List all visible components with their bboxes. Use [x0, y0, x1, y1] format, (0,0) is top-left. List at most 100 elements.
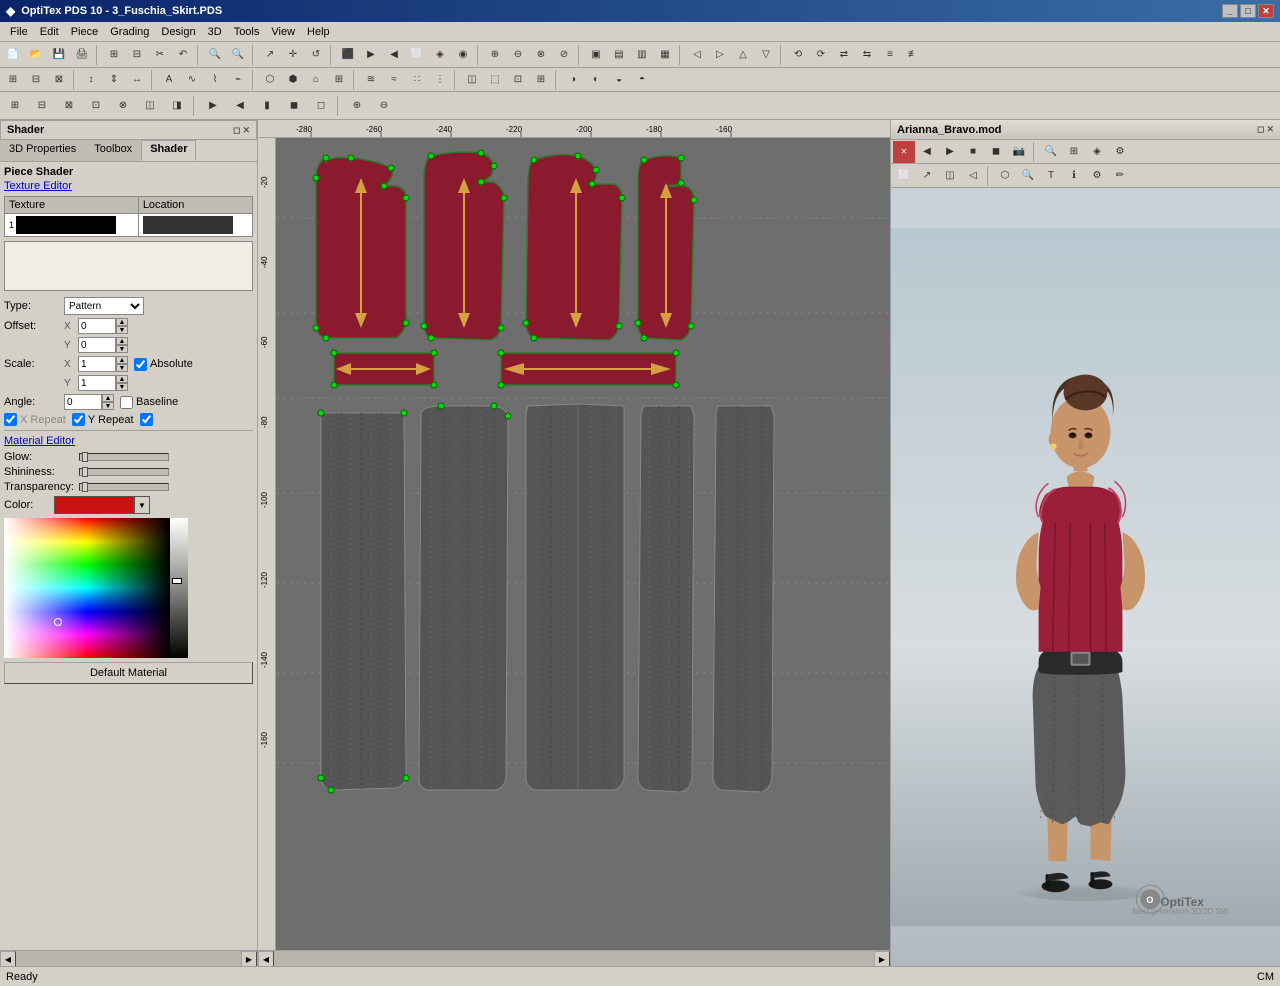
canvas-scroll-track[interactable]	[274, 951, 874, 966]
model-tb-camera[interactable]: 📷	[1008, 141, 1030, 163]
color-dropdown-btn[interactable]: ▼	[134, 496, 150, 514]
scale-x-input[interactable]	[78, 356, 116, 372]
tb2-b1[interactable]: ↕	[80, 69, 102, 91]
tb3-a1[interactable]: ⊞	[2, 95, 28, 117]
tb-rotate[interactable]: ↺	[305, 44, 327, 66]
color-picker[interactable]	[4, 518, 190, 658]
color-swatch[interactable]	[54, 496, 134, 514]
scale-y-down[interactable]: ▼	[116, 383, 128, 391]
tab-shader[interactable]: Shader	[141, 140, 196, 161]
tb2-d1[interactable]: ⬡	[259, 69, 281, 91]
model-tb2-g[interactable]: T	[1040, 165, 1062, 187]
menu-tools[interactable]: Tools	[228, 24, 266, 40]
scroll-track[interactable]	[16, 951, 241, 966]
model-3d-view[interactable]: OptiTex O Next generation 3D/2D SW	[891, 188, 1280, 966]
material-editor-link[interactable]: Material Editor	[4, 435, 253, 447]
menu-grading[interactable]: Grading	[104, 24, 155, 40]
menu-piece[interactable]: Piece	[65, 24, 105, 40]
model-tb2-e[interactable]: ⬡	[994, 165, 1016, 187]
tb2-b2[interactable]: ⇕	[103, 69, 125, 91]
tb-b2[interactable]: ▶	[360, 44, 382, 66]
tb3-c2[interactable]: ◀	[227, 95, 253, 117]
tb-f1[interactable]: ⟲	[787, 44, 809, 66]
tb3-d1[interactable]: ⊕	[344, 95, 370, 117]
model-tb2-a[interactable]: ⬜	[893, 165, 915, 187]
tb3-c1[interactable]: ▶	[200, 95, 226, 117]
model-tb2-b[interactable]: ↗	[916, 165, 938, 187]
tb-paste[interactable]: ⊟	[126, 44, 148, 66]
close-button[interactable]: ✕	[1258, 4, 1274, 18]
panel-pin-button[interactable]: ◻	[233, 125, 240, 136]
tb2-e3[interactable]: ∷	[406, 69, 428, 91]
absolute-checkbox[interactable]	[134, 358, 147, 371]
angle-down[interactable]: ▼	[102, 402, 114, 410]
tb2-c3[interactable]: ⌇	[204, 69, 226, 91]
tb-f4[interactable]: ⇆	[856, 44, 878, 66]
tb3-a5[interactable]: ⊗	[110, 95, 136, 117]
scale-y-input[interactable]	[78, 375, 116, 391]
tb2-f4[interactable]: ⊞	[530, 69, 552, 91]
tb2-f2[interactable]: ⬚	[484, 69, 506, 91]
offset-x-down[interactable]: ▼	[116, 326, 128, 334]
tb-b5[interactable]: ◈	[429, 44, 451, 66]
skirt-piece-1[interactable]	[318, 410, 409, 793]
model-close-icon[interactable]: ✕	[1266, 124, 1274, 135]
model-tb-prev[interactable]: ◀	[916, 141, 938, 163]
tb-print[interactable]: 🖨	[71, 44, 93, 66]
skirt-piece-3[interactable]	[526, 404, 624, 790]
model-pin-button[interactable]: ◻	[1257, 124, 1264, 135]
tb2-f1[interactable]: ◫	[461, 69, 483, 91]
tb2-d3[interactable]: ⌂	[305, 69, 327, 91]
skirt-piece-5[interactable]	[713, 406, 774, 792]
tb-new[interactable]: 📄	[2, 44, 24, 66]
tb2-e2[interactable]: ≈	[383, 69, 405, 91]
tb-cut[interactable]: ✂	[149, 44, 171, 66]
x-repeat-checkbox[interactable]	[4, 413, 17, 426]
scale-x-up[interactable]: ▲	[116, 356, 128, 364]
angle-input[interactable]	[64, 394, 102, 410]
tb-f2[interactable]: ⟳	[810, 44, 832, 66]
tb-select[interactable]: ↗	[259, 44, 281, 66]
tb2-a3[interactable]: ⊠	[48, 69, 70, 91]
tb-d3[interactable]: ▥	[631, 44, 653, 66]
tb-zoom-in[interactable]: 🔍	[204, 44, 226, 66]
menu-design[interactable]: Design	[155, 24, 201, 40]
tb-d2[interactable]: ▤	[608, 44, 630, 66]
scale-x-down[interactable]: ▼	[116, 364, 128, 372]
menu-view[interactable]: View	[265, 24, 301, 40]
tb-b6[interactable]: ◉	[452, 44, 474, 66]
angle-spinner[interactable]: ▲ ▼	[102, 394, 114, 410]
tb2-d2[interactable]: ⬢	[282, 69, 304, 91]
scale-y-up[interactable]: ▲	[116, 375, 128, 383]
skirt-piece-2[interactable]	[419, 403, 511, 790]
panel-close-icon[interactable]: ✕	[242, 125, 250, 136]
tb3-a3[interactable]: ⊠	[56, 95, 82, 117]
tb2-d4[interactable]: ⊞	[328, 69, 350, 91]
model-tb2-j[interactable]: ✏	[1109, 165, 1131, 187]
tb-move[interactable]: ✛	[282, 44, 304, 66]
tb2-c2[interactable]: ∿	[181, 69, 203, 91]
minimize-button[interactable]: _	[1222, 4, 1238, 18]
model-tb2-c[interactable]: ◫	[939, 165, 961, 187]
tb-e1[interactable]: ◁	[686, 44, 708, 66]
menu-help[interactable]: Help	[301, 24, 336, 40]
model-tb-next[interactable]: ◼	[985, 141, 1007, 163]
tb-c3[interactable]: ⊗	[530, 44, 552, 66]
canvas-scroll-right[interactable]: ▶	[874, 951, 890, 966]
tb-f3[interactable]: ⇄	[833, 44, 855, 66]
menu-edit[interactable]: Edit	[34, 24, 65, 40]
tb-zoom-out[interactable]: 🔍	[227, 44, 249, 66]
offset-x-input[interactable]	[78, 318, 116, 334]
model-tb2-i[interactable]: ⚙	[1086, 165, 1108, 187]
tb-f6[interactable]: ≢	[902, 44, 924, 66]
y-repeat-checkbox[interactable]	[72, 413, 85, 426]
scale-y-spinner[interactable]: ▲ ▼	[116, 375, 128, 391]
piece-band-2[interactable]	[498, 350, 679, 388]
glow-slider[interactable]	[79, 453, 169, 461]
model-tb2-h[interactable]: ℹ	[1063, 165, 1085, 187]
tb-save[interactable]: 💾	[48, 44, 70, 66]
y-repeat-extra-checkbox[interactable]	[140, 413, 153, 426]
tab-toolbox[interactable]: Toolbox	[85, 140, 141, 161]
tb-f5[interactable]: ≡	[879, 44, 901, 66]
scroll-left-btn[interactable]: ◀	[0, 951, 16, 966]
